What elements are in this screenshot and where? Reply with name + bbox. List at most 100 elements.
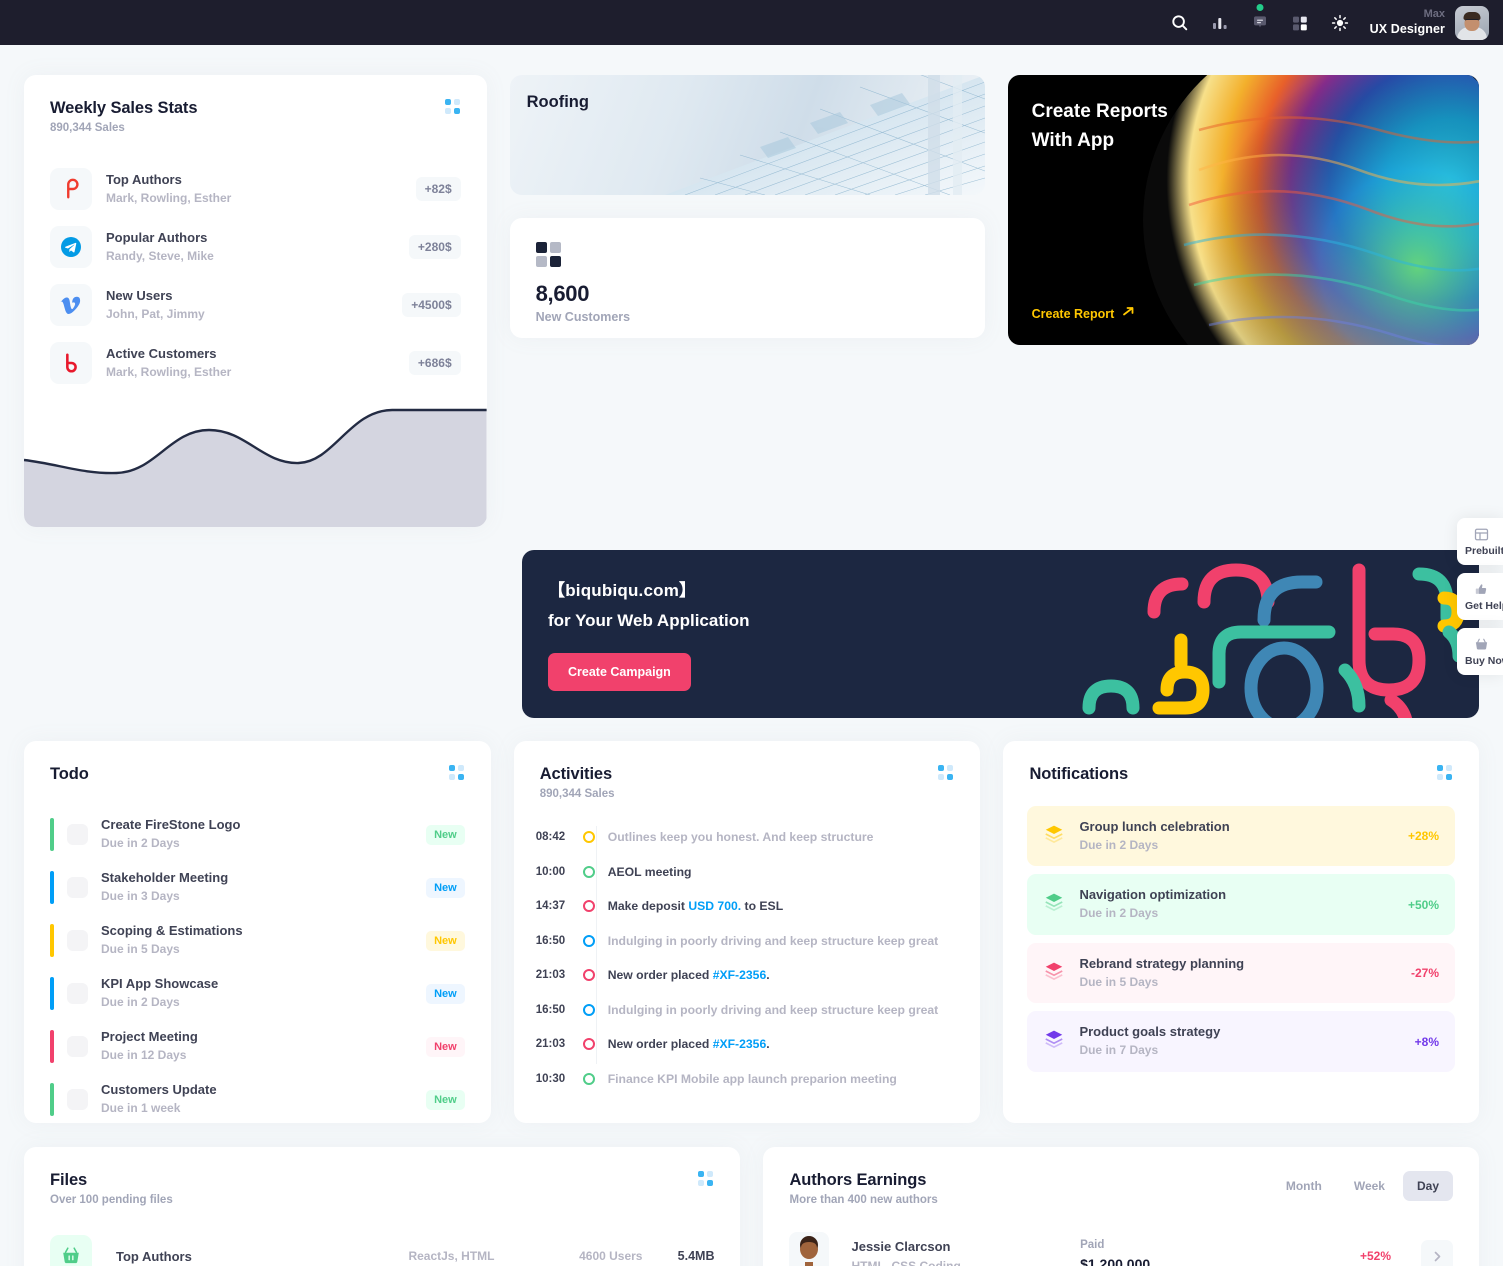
- todo-checkbox[interactable]: [67, 824, 88, 845]
- activity-text: AEOL meeting: [607, 864, 692, 879]
- list-item-subtitle: Due in 2 Days: [101, 995, 180, 1010]
- list-item[interactable]: Group lunch celebration Due in 2 Days +2…: [1027, 806, 1455, 867]
- card-menu-icon[interactable]: [444, 99, 461, 115]
- card-menu-icon[interactable]: [698, 1171, 714, 1187]
- list-item[interactable]: Project Meeting Due in 12 Days New: [50, 1020, 465, 1073]
- list-item[interactable]: Top Authors Mark, Rowling, Esther +82$: [50, 160, 461, 218]
- list-item[interactable]: Popular Authors Randy, Steve, Mike +280$: [50, 218, 461, 276]
- activity-text: Outlines keep you honest. And keep struc…: [607, 830, 874, 845]
- list-item[interactable]: Product goals strategy Due in 7 Days +8%: [1027, 1011, 1455, 1072]
- apps-grid-icon[interactable]: [1288, 11, 1312, 35]
- user-profile-menu[interactable]: Max UX Designer: [1370, 5, 1489, 40]
- activity-link[interactable]: #XF-2356: [713, 968, 767, 982]
- file-users: 4600 Users: [579, 1249, 643, 1263]
- weekly-sales-stats-card: Weekly Sales Stats 890,344 Sales Top Aut…: [24, 75, 487, 527]
- table-row[interactable]: Jessie Clarcson HTML, CSS Coding Paid $1…: [789, 1226, 1453, 1266]
- list-item-title: Customers Update: [101, 1082, 217, 1098]
- timeline-dot: [582, 934, 595, 947]
- buy-now-label: Buy Now: [1465, 655, 1503, 667]
- timeline-dot: [582, 865, 595, 878]
- list-item[interactable]: Create FireStone Logo Due in 2 Days New: [50, 808, 465, 861]
- avatar[interactable]: [1455, 5, 1489, 40]
- buy-now-button[interactable]: Buy Now: [1457, 628, 1503, 675]
- prebuilt-button[interactable]: Prebuilt: [1457, 518, 1503, 565]
- activity-link[interactable]: #XF-2356: [713, 1037, 767, 1051]
- tab-week[interactable]: Week: [1340, 1171, 1399, 1201]
- list-item[interactable]: Stakeholder Meeting Due in 3 Days New: [50, 861, 465, 914]
- float-toolbar: Prebuilt Get Help Buy Now: [1457, 518, 1503, 675]
- list-item-amount: +686$: [408, 351, 461, 375]
- activity-text: New order placed #XF-2356.: [608, 1037, 770, 1051]
- activity-text: Finance KPI Mobile app launch preparion …: [607, 1071, 897, 1086]
- layout-icon: [1465, 527, 1497, 542]
- list-item-text: Stakeholder Meeting Due in 3 Days: [101, 870, 413, 904]
- activity-link[interactable]: USD 700.: [688, 899, 741, 913]
- list-item[interactable]: 10:30 Finance KPI Mobile app launch prep…: [536, 1062, 955, 1097]
- list-item[interactable]: Rebrand strategy planning Due in 5 Days …: [1027, 942, 1455, 1004]
- basket-icon: [1465, 637, 1497, 652]
- dashboard-row-banner: 【biqubiqu.com】 for Your Web Application …: [522, 550, 1479, 718]
- create-campaign-button[interactable]: Create Campaign: [548, 653, 691, 691]
- list-item-text: Top Authors Mark, Rowling, Esther: [106, 172, 402, 206]
- list-item[interactable]: 14:37 Make deposit USD 700. to ESL: [536, 889, 955, 924]
- chat-bubble-icon[interactable]: [1248, 3, 1272, 35]
- list-item[interactable]: Navigation optimization Due in 2 Days +5…: [1027, 874, 1455, 935]
- roofing-card[interactable]: Roofing: [509, 75, 985, 195]
- list-item-title: New Users: [106, 287, 173, 303]
- grid-squares-icon: [535, 242, 959, 267]
- todo-checkbox[interactable]: [67, 983, 88, 1004]
- theme-sun-icon[interactable]: [1328, 11, 1352, 35]
- list-item[interactable]: KPI App Showcase Due in 2 Days New: [50, 967, 465, 1020]
- table-row[interactable]: Top Authors ReactJs, HTML 4600 Users 5.4…: [50, 1228, 714, 1266]
- tab-month[interactable]: Month: [1272, 1171, 1336, 1201]
- chevron-right-icon[interactable]: [1421, 1240, 1453, 1266]
- list-item[interactable]: 08:42 Outlines keep you honest. And keep…: [536, 820, 955, 855]
- user-name: Max: [1423, 7, 1445, 20]
- card-menu-icon[interactable]: [938, 765, 954, 781]
- new-customers-card: 8,600 New Customers: [509, 218, 985, 338]
- get-help-button[interactable]: Get Help: [1457, 573, 1503, 620]
- bar-chart-icon[interactable]: [1208, 11, 1232, 35]
- list-item-text: KPI App Showcase Due in 2 Days: [101, 976, 413, 1010]
- search-icon[interactable]: [1168, 11, 1192, 35]
- todo-checkbox[interactable]: [67, 1089, 88, 1110]
- activity-time: 16:50: [535, 934, 566, 947]
- list-item-subtitle: Due in 2 Days: [1079, 906, 1159, 921]
- prebuilt-label: Prebuilt: [1465, 545, 1503, 557]
- list-item[interactable]: 16:50 Indulging in poorly driving and ke…: [536, 924, 955, 959]
- card-menu-icon[interactable]: [1437, 765, 1453, 781]
- list-item[interactable]: New Users John, Pat, Jimmy +4500$: [50, 276, 461, 334]
- weekly-sales-list: Top Authors Mark, Rowling, Esther +82$ P…: [24, 134, 487, 392]
- list-item-text: Navigation optimization Due in 2 Days: [1079, 887, 1394, 921]
- todo-color-bar: [50, 1083, 54, 1116]
- list-item-title: Create FireStone Logo: [101, 817, 241, 833]
- authors-period-tabs: Month Week Day: [1272, 1171, 1453, 1201]
- list-item-subtitle: Due in 3 Days: [101, 889, 180, 904]
- activity-text-post: .: [766, 968, 770, 983]
- avatar: [789, 1232, 830, 1266]
- todo-checkbox[interactable]: [67, 930, 88, 951]
- activity-time: 14:37: [535, 900, 566, 913]
- create-report-link[interactable]: Create Report: [1032, 305, 1137, 322]
- list-item[interactable]: 10:00 AEOL meeting: [536, 855, 955, 890]
- list-item-subtitle: Due in 2 Days: [101, 836, 180, 851]
- card-menu-icon[interactable]: [448, 765, 465, 781]
- list-item-text: New Users John, Pat, Jimmy: [106, 288, 388, 322]
- files-subtitle: Over 100 pending files: [50, 1194, 173, 1206]
- list-item[interactable]: Customers Update Due in 1 week New: [50, 1073, 465, 1126]
- notification-percent: +8%: [1414, 1034, 1439, 1049]
- tab-day[interactable]: Day: [1402, 1171, 1453, 1201]
- notifications-card: Notifications Group lunch celebration Du…: [1003, 741, 1479, 1123]
- file-name: Top Authors: [116, 1248, 192, 1264]
- todo-checkbox[interactable]: [67, 877, 88, 898]
- list-item[interactable]: 21:03 New order placed #XF-2356.: [536, 1027, 955, 1062]
- timeline-dot: [582, 1003, 595, 1016]
- create-reports-card[interactable]: Create Reports With App Create Report: [1007, 75, 1479, 345]
- list-item-title: Product goals strategy: [1079, 1024, 1221, 1040]
- list-item[interactable]: 21:03 New order placed #XF-2356.: [536, 958, 955, 993]
- create-reports-heading: Create Reports With App: [1032, 97, 1168, 156]
- activities-title-group: Activities 890,344 Sales: [540, 765, 615, 800]
- todo-checkbox[interactable]: [67, 1036, 88, 1057]
- list-item[interactable]: Scoping & Estimations Due in 5 Days New: [50, 914, 465, 967]
- list-item[interactable]: 16:50 Indulging in poorly driving and ke…: [536, 993, 955, 1028]
